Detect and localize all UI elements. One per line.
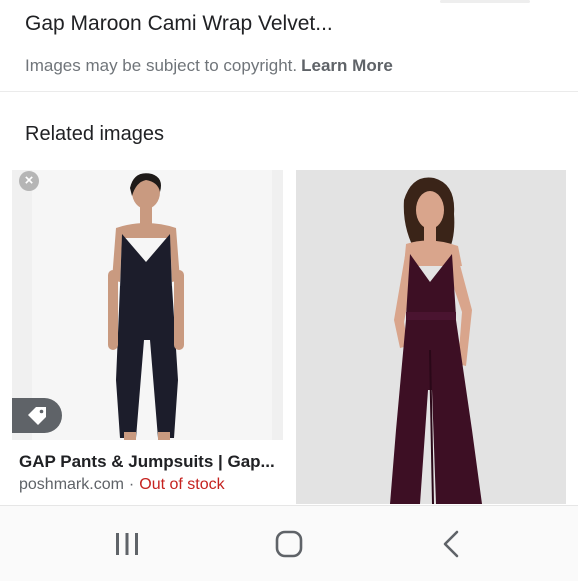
tag-icon[interactable] bbox=[12, 398, 62, 433]
related-image-2[interactable] bbox=[296, 170, 566, 504]
close-icon[interactable]: × bbox=[19, 171, 39, 191]
system-navigation-bar bbox=[0, 505, 578, 581]
home-icon bbox=[275, 530, 303, 558]
image-title: Gap Maroon Cami Wrap Velvet... bbox=[25, 12, 333, 35]
related-image-1-caption[interactable]: GAP Pants & Jumpsuits | Gap... bbox=[19, 451, 277, 473]
copyright-text: Images may be subject to copyright. bbox=[25, 56, 298, 75]
recent-apps-icon bbox=[116, 533, 138, 555]
back-button[interactable] bbox=[406, 506, 496, 581]
related-image-1-source: poshmark.com · Out of stock bbox=[19, 475, 225, 495]
home-button[interactable] bbox=[244, 506, 334, 581]
stock-status: Out of stock bbox=[139, 476, 225, 493]
top-partial-element bbox=[440, 0, 530, 3]
model-maroon-jumpsuit-image bbox=[296, 170, 566, 504]
source-site: poshmark.com bbox=[19, 476, 124, 493]
recent-apps-button[interactable] bbox=[82, 506, 172, 581]
separator: · bbox=[128, 476, 135, 493]
back-icon bbox=[443, 530, 459, 558]
copyright-notice: Images may be subject to copyright. Learn… bbox=[25, 54, 393, 78]
related-images-heading: Related images bbox=[25, 123, 164, 145]
learn-more-link[interactable]: Learn More bbox=[301, 56, 393, 75]
divider bbox=[0, 91, 578, 92]
